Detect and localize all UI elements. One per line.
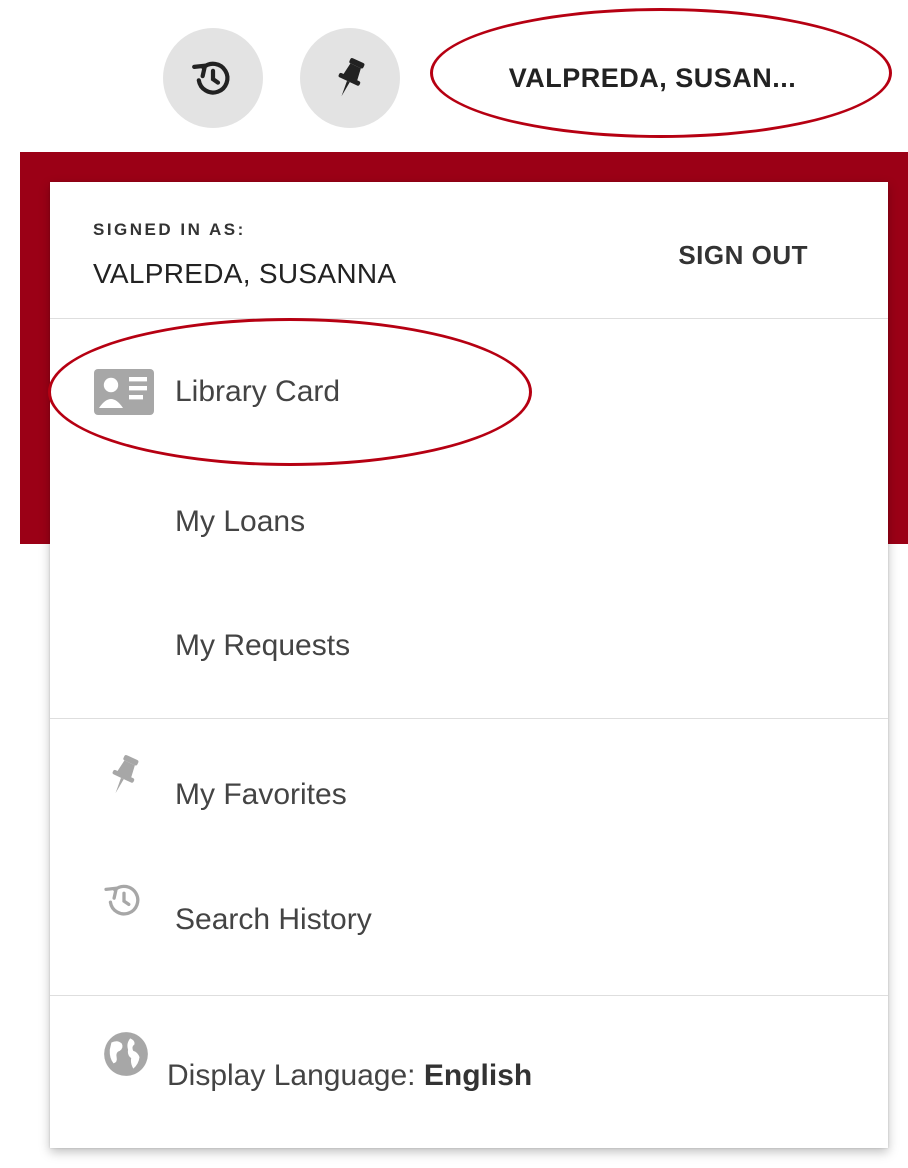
user-dropdown-menu: SIGNED IN AS: VALPREDA, SUSANNA SIGN OUT… xyxy=(50,182,888,1148)
menu-item-my-requests[interactable]: My Requests xyxy=(50,598,888,694)
id-card-icon xyxy=(92,360,156,424)
sign-out-button[interactable]: SIGN OUT xyxy=(678,240,808,271)
globe-icon xyxy=(94,1022,158,1086)
menu-item-library-card[interactable]: Library Card xyxy=(50,344,888,440)
history-icon xyxy=(92,868,156,932)
menu-divider xyxy=(50,318,888,319)
menu-divider xyxy=(50,718,888,719)
menu-item-label: My Favorites xyxy=(175,778,347,811)
menu-item-my-loans[interactable]: My Loans xyxy=(50,474,888,570)
favorites-pin-button[interactable] xyxy=(300,28,400,128)
search-history-button[interactable] xyxy=(163,28,263,128)
menu-divider xyxy=(50,995,888,996)
pin-icon xyxy=(338,58,365,97)
signed-in-user-name: VALPREDA, SUSANNA xyxy=(93,258,397,289)
pin-icon xyxy=(92,743,156,807)
user-menu-button[interactable]: VALPREDA, SUSAN... xyxy=(440,42,865,114)
menu-item-label: My Requests xyxy=(175,629,351,662)
menu-item-my-favorites[interactable]: My Favorites xyxy=(50,747,888,843)
display-language-prefix: Display Language: xyxy=(167,1059,424,1092)
display-language-value: English xyxy=(423,1059,533,1092)
menu-item-search-history[interactable]: Search History xyxy=(50,872,888,968)
menu-item-label: My Loans xyxy=(175,505,306,538)
menu-item-label: Library Card xyxy=(175,375,341,408)
signed-in-label: SIGNED IN AS: xyxy=(93,220,246,239)
menu-item-label: Search History xyxy=(175,903,372,936)
display-language-selector[interactable]: Display Language: English xyxy=(50,1028,888,1124)
history-icon xyxy=(192,61,230,95)
display-language-label: Display Language: English xyxy=(167,1059,532,1093)
